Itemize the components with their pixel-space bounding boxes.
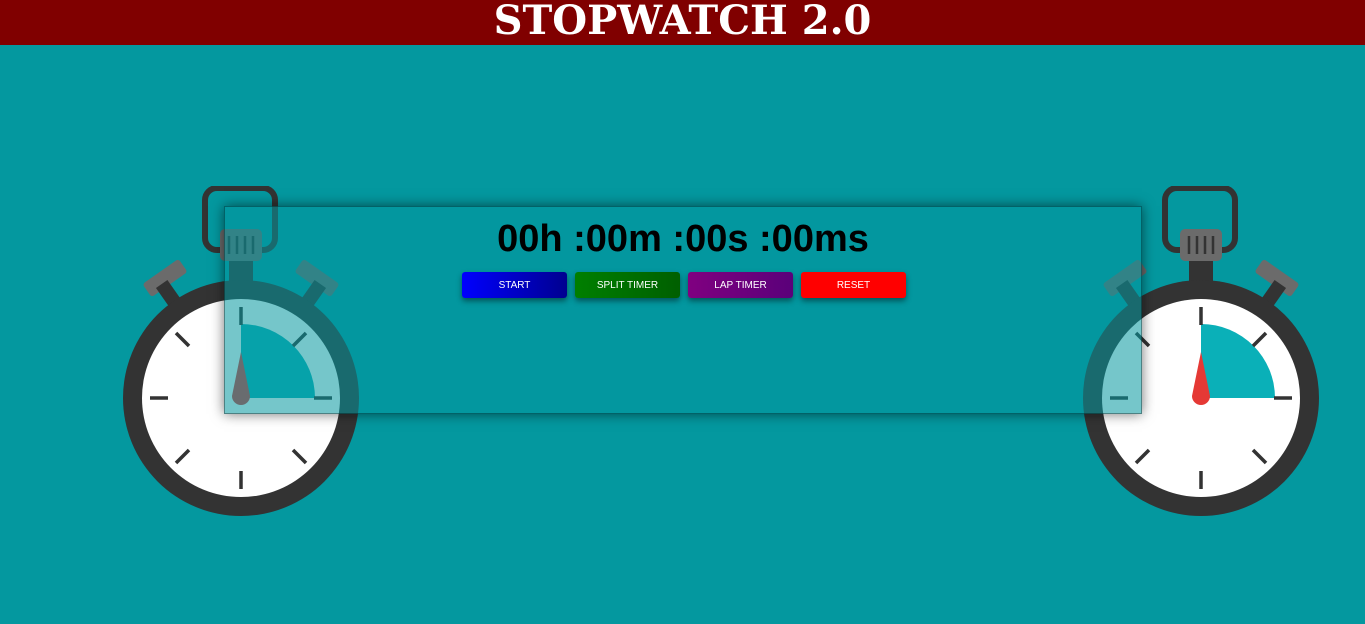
- time-display: 00h :00m :00s :00ms: [497, 218, 869, 260]
- lap-timer-button[interactable]: LAP TIMER: [688, 272, 793, 298]
- split-timer-button[interactable]: SPLIT TIMER: [575, 272, 680, 298]
- control-buttons: START SPLIT TIMER LAP TIMER RESET: [462, 272, 906, 298]
- timer-panel: 00h :00m :00s :00ms START SPLIT TIMER LA…: [224, 206, 1142, 414]
- start-button[interactable]: START: [462, 272, 567, 298]
- page-header: STOPWATCH 2.0: [0, 0, 1365, 45]
- reset-button[interactable]: RESET: [801, 272, 906, 298]
- page-title: STOPWATCH 2.0: [493, 0, 872, 44]
